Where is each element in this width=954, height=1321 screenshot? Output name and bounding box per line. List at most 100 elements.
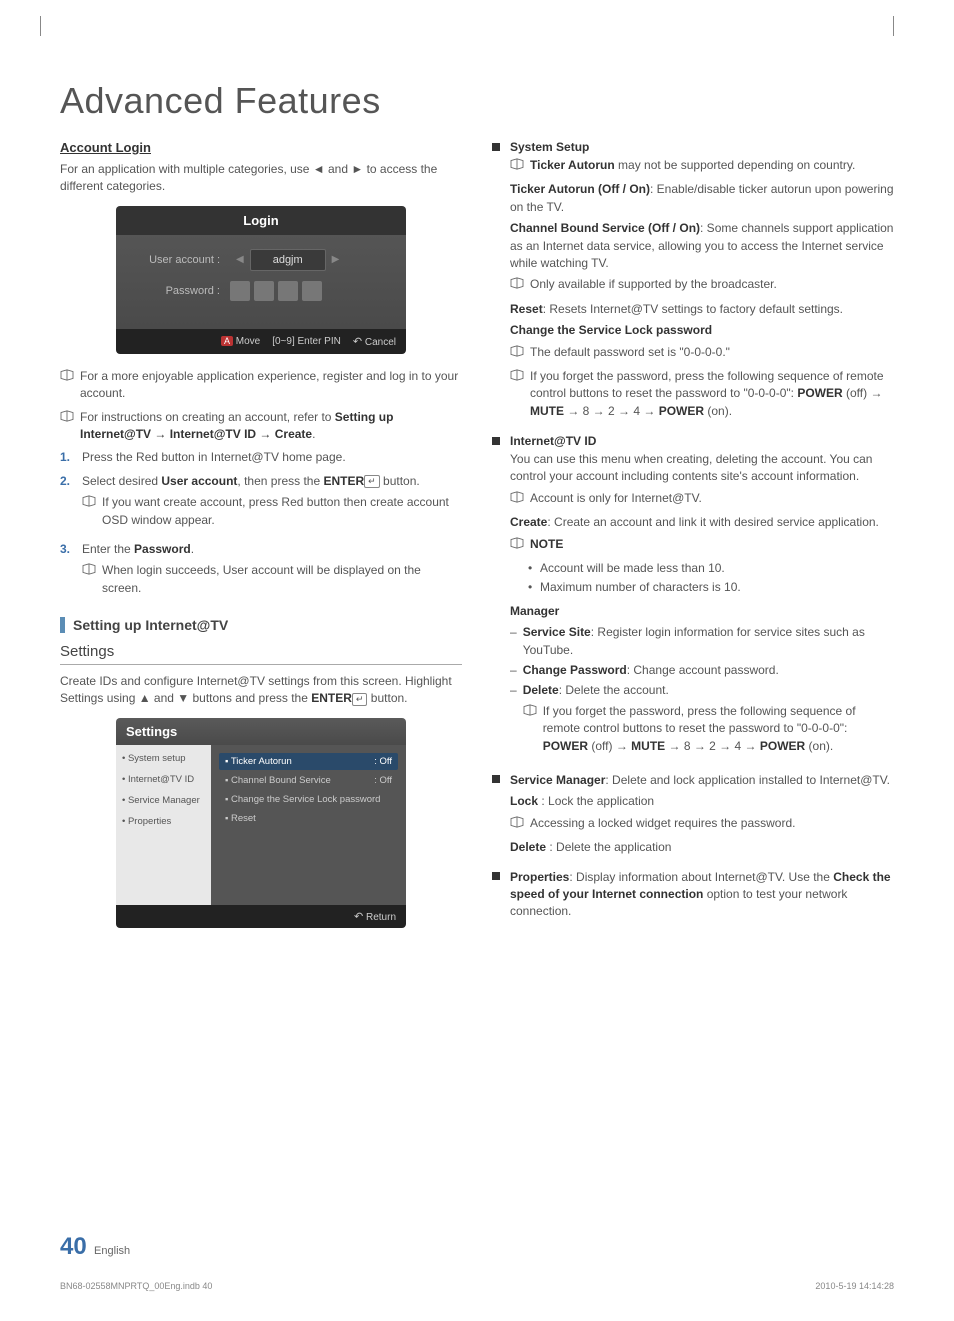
manager-list: –Service Site: Register login informatio… xyxy=(510,624,894,761)
settings-subheading: Settings xyxy=(60,643,462,665)
channel-bound-para: Channel Bound Service (Off / On): Some c… xyxy=(510,220,894,272)
password-input[interactable] xyxy=(230,281,322,301)
note-item: Account will be made less than 10. xyxy=(528,560,894,577)
login-dialog-body: User account : ◀ adgjm ▶ Password : xyxy=(116,235,406,329)
enter-icon: ↵ xyxy=(364,475,380,488)
note-icon xyxy=(60,369,74,386)
login-dialog-title: Login xyxy=(116,206,406,235)
page-title: Advanced Features xyxy=(60,80,894,122)
cancel-hint: ↶ Cancel xyxy=(353,335,396,348)
step-3-note: When login succeeds, User account will b… xyxy=(82,562,462,597)
pin-box xyxy=(254,281,274,301)
note-icon xyxy=(60,410,74,427)
change-lock-heading: Change the Service Lock password xyxy=(510,322,894,339)
login-footer: A Move [0~9] Enter PIN ↶ Cancel xyxy=(116,329,406,354)
bullet-square-icon xyxy=(492,872,500,880)
note-icon xyxy=(510,816,524,833)
properties-section: Properties: Display information about In… xyxy=(492,869,894,925)
right-column: System Setup Ticker Autorun may not be s… xyxy=(492,140,894,938)
bullet-square-icon xyxy=(492,775,500,783)
settings-footer: ↶ Return xyxy=(116,905,406,928)
internet-tv-id-section: Internet@TV ID You can use this menu whe… xyxy=(492,434,894,764)
ticker-autorun-para: Ticker Autorun (Off / On): Enable/disabl… xyxy=(510,181,894,216)
lock-reset-note: If you forget the password, press the fo… xyxy=(510,368,894,420)
note-instructions: For instructions on creating an account,… xyxy=(60,409,462,444)
page: Advanced Features Account Login For an a… xyxy=(0,0,954,1321)
settings-sidebar: • System setup • Internet@TV ID • Servic… xyxy=(116,745,211,905)
lock-default-note: The default password set is "0-0-0-0." xyxy=(510,344,894,362)
note-register: For a more enjoyable application experie… xyxy=(60,368,462,403)
lock-para: Lock : Lock the application xyxy=(510,793,894,810)
delete-item: – Delete: Delete the account. If you for… xyxy=(510,682,894,761)
note-icon xyxy=(510,537,524,554)
pin-box xyxy=(230,281,250,301)
setting-up-heading: Setting up Internet@TV xyxy=(60,617,462,633)
crop-mark-left xyxy=(40,16,41,36)
step-1: 1.Press the Red button in Internet@TV ho… xyxy=(60,449,462,466)
note-icon xyxy=(510,158,524,175)
page-number: 40 xyxy=(60,1233,87,1260)
content-columns: Account Login For an application with mu… xyxy=(60,140,894,938)
move-hint: A Move xyxy=(221,336,260,347)
sidebar-item-internet-tv-id[interactable]: • Internet@TV ID xyxy=(122,774,205,785)
note-icon xyxy=(82,495,96,512)
settings-dialog-body: • System setup • Internet@TV ID • Servic… xyxy=(116,745,406,905)
step-3: 3. Enter the Password. When login succee… xyxy=(60,541,462,603)
print-file: BN68-02558MNPRTQ_00Eng.indb 40 xyxy=(60,1281,212,1291)
settings-row-reset[interactable]: ▪ Reset xyxy=(219,810,398,827)
step-2-note: If you want create account, press Red bu… xyxy=(82,494,462,529)
sidebar-item-service-manager[interactable]: • Service Manager xyxy=(122,795,205,806)
enter-icon: ↵ xyxy=(352,693,368,706)
page-language: English xyxy=(94,1245,130,1257)
change-password-item: –Change Password: Change account passwor… xyxy=(510,662,894,679)
pin-box xyxy=(278,281,298,301)
bullet-square-icon xyxy=(492,143,500,151)
settings-row-change-lock[interactable]: ▪ Change the Service Lock password xyxy=(219,791,398,808)
print-date: 2010-5-19 14:14:28 xyxy=(815,1281,894,1291)
user-account-value[interactable]: adgjm xyxy=(250,249,326,271)
note-icon xyxy=(510,491,524,508)
settings-row-channel-bound[interactable]: ▪ Channel Bound Service : Off xyxy=(219,772,398,789)
undo-icon: ↶ xyxy=(353,336,362,348)
settings-dialog: Settings • System setup • Internet@TV ID… xyxy=(116,718,406,928)
service-site-item: –Service Site: Register login informatio… xyxy=(510,624,894,659)
crop-mark-right xyxy=(893,16,894,36)
user-account-row: User account : ◀ adgjm ▶ xyxy=(130,249,392,271)
account-login-heading: Account Login xyxy=(60,140,462,155)
bullet-square-icon xyxy=(492,437,500,445)
delete-para: Delete : Delete the application xyxy=(510,839,894,856)
note-item: Maximum number of characters is 10. xyxy=(528,579,894,596)
channel-bound-note: Only available if supported by the broad… xyxy=(510,276,894,294)
login-steps: 1.Press the Red button in Internet@TV ho… xyxy=(60,449,462,603)
note-list: Account will be made less than 10. Maxim… xyxy=(528,560,894,597)
login-dialog: Login User account : ◀ adgjm ▶ Password … xyxy=(116,206,406,354)
enter-pin-hint: [0~9] Enter PIN xyxy=(272,336,341,347)
lock-widget-note: Accessing a locked widget requires the p… xyxy=(510,815,894,833)
a-badge-icon: A xyxy=(221,336,233,346)
step-2: 2. Select desired User account, then pre… xyxy=(60,473,462,535)
settings-intro: Create IDs and configure Internet@TV set… xyxy=(60,673,462,708)
print-info: BN68-02558MNPRTQ_00Eng.indb 40 2010-5-19… xyxy=(60,1281,894,1291)
system-setup-section: System Setup Ticker Autorun may not be s… xyxy=(492,140,894,426)
delete-reset-note: If you forget the password, press the fo… xyxy=(523,703,894,755)
account-only-note: Account is only for Internet@TV. xyxy=(510,490,894,508)
create-para: Create: Create an account and link it wi… xyxy=(510,514,894,531)
account-login-intro: For an application with multiple categor… xyxy=(60,161,462,196)
right-arrow-icon[interactable]: ▶ xyxy=(326,254,346,265)
settings-main: ▪ Ticker Autorun : Off ▪ Channel Bound S… xyxy=(211,745,406,905)
sidebar-item-properties[interactable]: • Properties xyxy=(122,816,205,827)
page-footer: 40 English xyxy=(60,1233,894,1261)
heading-bar-icon xyxy=(60,617,65,633)
user-account-label: User account : xyxy=(130,254,230,266)
note-icon xyxy=(510,277,524,294)
service-manager-section: Service Manager: Delete and lock applica… xyxy=(492,772,894,861)
settings-row-ticker-autorun[interactable]: ▪ Ticker Autorun : Off xyxy=(219,753,398,770)
left-arrow-icon[interactable]: ◀ xyxy=(230,254,250,265)
undo-icon: ↶ xyxy=(354,911,363,923)
ticker-note: Ticker Autorun may not be supported depe… xyxy=(510,157,894,175)
note-icon xyxy=(510,345,524,362)
pin-box xyxy=(302,281,322,301)
manager-heading: Manager xyxy=(510,603,894,620)
password-row: Password : xyxy=(130,281,392,301)
sidebar-item-system-setup[interactable]: • System setup xyxy=(122,753,205,764)
